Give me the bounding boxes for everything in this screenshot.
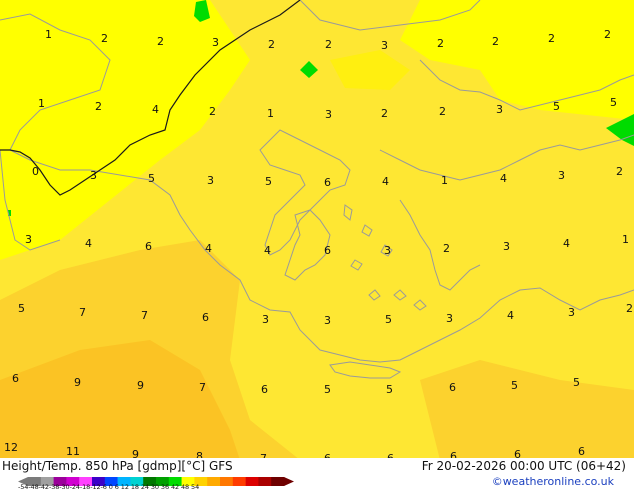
temp-value: 1: [38, 97, 45, 110]
temp-value: 2: [492, 35, 499, 48]
temp-value: 6: [578, 445, 585, 458]
temp-value: 3: [496, 103, 503, 116]
temp-value: 5: [18, 302, 25, 315]
temp-value: 3: [558, 169, 565, 182]
temp-value: 11: [66, 445, 80, 458]
temp-value: 7: [79, 306, 86, 319]
color-scale-swatch: [271, 477, 285, 486]
temp-value: 4: [85, 237, 92, 250]
temp-value: 1: [441, 174, 448, 187]
temp-value: 5: [265, 175, 272, 188]
temp-value: 2: [209, 105, 216, 118]
temp-value: 4: [382, 175, 389, 188]
temp-value: 6: [202, 311, 209, 324]
temp-value: 3: [25, 233, 32, 246]
temp-value: 0: [32, 165, 39, 178]
temp-value: 9: [137, 379, 144, 392]
temp-value: 2: [548, 32, 555, 45]
temp-value: 4: [152, 103, 159, 116]
temp-value: 4: [563, 237, 570, 250]
valid-time: Fr 20-02-2026 00:00 UTC (06+42): [421, 459, 626, 473]
temp-value: 1: [267, 107, 274, 120]
temp-value: 6: [324, 244, 331, 257]
temp-value: 7: [141, 309, 148, 322]
temp-value: 1: [45, 28, 52, 41]
temp-value: 2: [268, 38, 275, 51]
color-scale-swatch: [232, 477, 246, 486]
temp-value: 7: [199, 381, 206, 394]
temp-value: 2: [157, 35, 164, 48]
color-scale-swatch: [245, 477, 259, 486]
map-footer: Height/Temp. 850 hPa [gdmp][°C] GFS Fr 2…: [0, 458, 634, 491]
map-title: Height/Temp. 850 hPa [gdmp][°C] GFS: [2, 459, 233, 473]
color-scale-swatch: [258, 477, 272, 486]
temp-value: 6: [145, 240, 152, 253]
temp-value: 2: [616, 165, 623, 178]
weather-map: 1 2 2 3 2 2 3 2 2 2 2 1 2 4 2 1 3 2 2 3 …: [0, 0, 634, 491]
temp-value: 2: [439, 105, 446, 118]
temp-value: 2: [95, 100, 102, 113]
temp-value: 5: [148, 172, 155, 185]
temp-value: 3: [381, 39, 388, 52]
temp-value: 3: [324, 314, 331, 327]
temp-value: 5: [386, 383, 393, 396]
temp-value: 3: [503, 240, 510, 253]
color-scale: -54-48-42-38-30-24-18-12-6 0 6 12 18 24 …: [18, 472, 294, 491]
temp-value: 2: [325, 38, 332, 51]
temp-value: 3: [568, 306, 575, 319]
temp-value: 3: [262, 313, 269, 326]
temp-value: 3: [207, 174, 214, 187]
temp-value: 4: [507, 309, 514, 322]
temp-value: 6: [12, 372, 19, 385]
temp-value: 4: [500, 172, 507, 185]
temp-value: 3: [325, 108, 332, 121]
color-scale-swatch: [220, 477, 234, 486]
color-scale-arrow-right: [284, 477, 294, 486]
temp-value: 5: [553, 100, 560, 113]
temp-value: 2: [381, 107, 388, 120]
temp-value: 2: [437, 37, 444, 50]
temp-value: 3: [212, 36, 219, 49]
temp-value: 5: [324, 383, 331, 396]
temp-value: 9: [74, 376, 81, 389]
temp-value: 3: [384, 244, 391, 257]
temp-value: 5: [610, 96, 617, 109]
temp-value: 3: [90, 169, 97, 182]
temp-value: 4: [264, 244, 271, 257]
temp-value: 5: [511, 379, 518, 392]
temp-value: 5: [385, 313, 392, 326]
temp-value: 2: [626, 302, 633, 315]
temp-value: 3: [446, 312, 453, 325]
temp-value: 12: [4, 441, 18, 454]
temp-value: 6: [324, 176, 331, 189]
temp-value: 2: [101, 32, 108, 45]
color-scale-swatch: [207, 477, 221, 486]
temp-value: 4: [205, 242, 212, 255]
temp-value: 2: [604, 28, 611, 41]
temp-value: 5: [573, 376, 580, 389]
temp-value: 2: [443, 242, 450, 255]
credit-link[interactable]: ©weatheronline.co.uk: [492, 475, 614, 488]
temp-value: 6: [449, 381, 456, 394]
temp-value: 1: [622, 233, 629, 246]
temp-value: 6: [261, 383, 268, 396]
temperature-map: 1 2 2 3 2 2 3 2 2 2 2 1 2 4 2 1 3 2 2 3 …: [0, 0, 634, 460]
